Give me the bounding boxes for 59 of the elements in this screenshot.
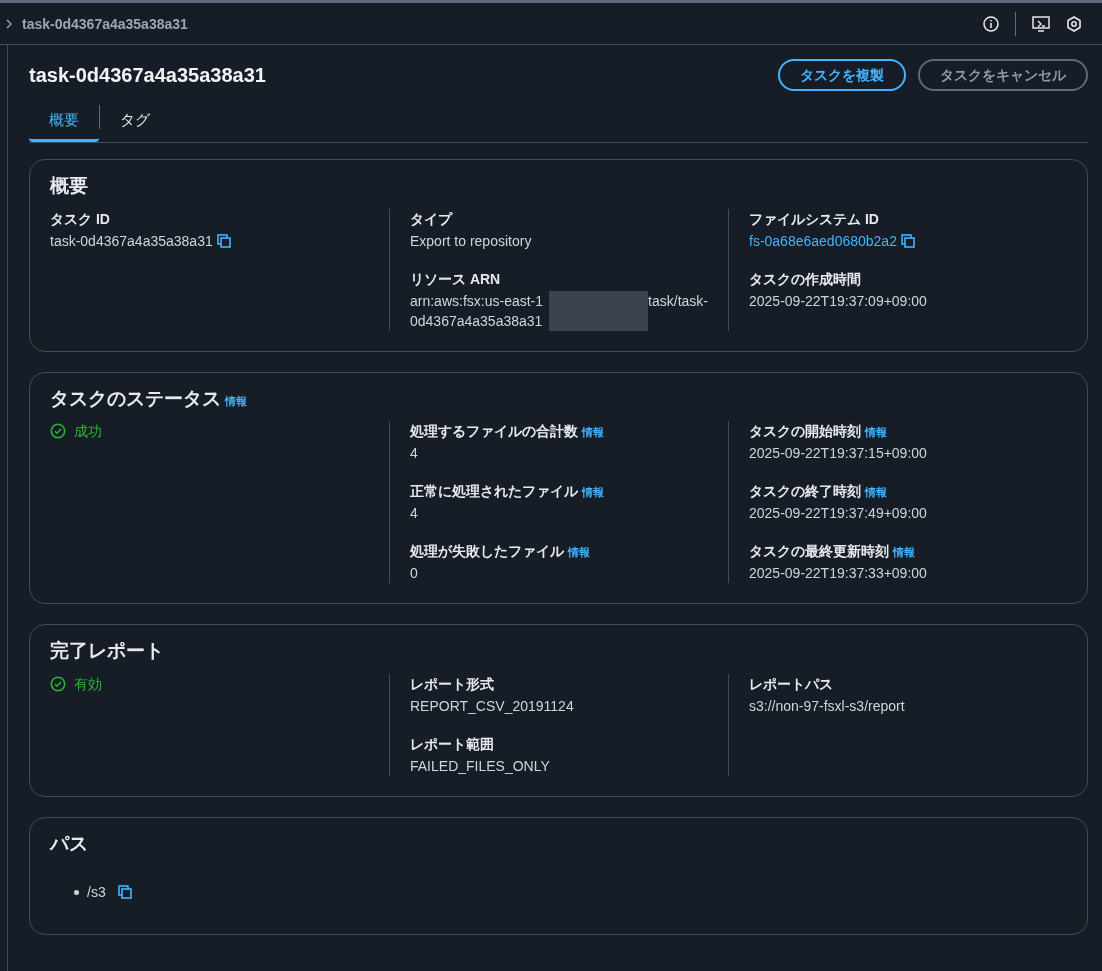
field-value: 2025-09-22T19:37:15+09:00 <box>749 444 927 463</box>
field-label: レポート範囲 <box>410 734 494 754</box>
section-title: 概要 <box>50 174 88 198</box>
field-label: ファイルシステム ID <box>749 209 879 229</box>
field-value: task-0d4367a4a35a38a31 <box>50 231 213 251</box>
monitor-icon[interactable] <box>1032 15 1050 32</box>
duplicate-button[interactable]: タスクを複製 <box>778 59 906 91</box>
field-value: REPORT_CSV_20191124 <box>410 696 574 716</box>
field-label: タイプ <box>410 209 452 229</box>
status-text: 成功 <box>74 422 102 441</box>
field-value: FAILED_FILES_ONLY <box>410 756 550 776</box>
info-icon[interactable] <box>983 15 999 32</box>
field-label: タスク ID <box>50 209 110 229</box>
info-link[interactable]: 情報 <box>893 544 915 561</box>
field-value: 2025-09-22T19:37:49+09:00 <box>749 504 927 523</box>
field-label: 正常に処理されたファイル <box>410 482 578 501</box>
field-value: s3://non-97-fsxl-s3/report <box>749 696 905 716</box>
field-label: リソース ARN <box>410 269 502 289</box>
field-value: arn:aws:fsx:us-east-1 <box>410 291 544 311</box>
field-value: task/task- <box>648 291 708 311</box>
field-label: タスクの作成時間 <box>749 269 861 289</box>
field-label: タスクの最終更新時刻 <box>749 542 889 561</box>
cancel-button[interactable]: タスクをキャンセル <box>918 59 1088 91</box>
hexagon-icon[interactable] <box>1066 15 1082 32</box>
field-label: レポート形式 <box>410 674 494 694</box>
field-value: 0 <box>410 564 418 583</box>
info-link[interactable]: 情報 <box>865 484 887 501</box>
status-text: 有効 <box>74 674 102 694</box>
section-title: パス <box>50 831 88 856</box>
chevron-right-icon[interactable] <box>4 17 14 30</box>
page-title: task-0d4367a4a35a38a31 <box>29 63 266 88</box>
info-link[interactable]: 情報 <box>568 544 590 561</box>
section-title: タスクのステータス <box>50 386 221 411</box>
field-value: 2025-09-22T19:37:09+09:00 <box>749 291 927 311</box>
success-icon <box>50 675 66 692</box>
tab[interactable]: タグ <box>100 104 170 142</box>
info-link[interactable]: 情報 <box>582 484 604 501</box>
bullet-icon <box>74 889 79 895</box>
path-text: /s3 <box>87 883 106 902</box>
field-label: 処理するファイルの合計数 <box>410 422 578 441</box>
success-icon <box>50 423 66 439</box>
section-title: 完了レポート <box>50 639 164 663</box>
info-link[interactable]: 情報 <box>582 424 604 441</box>
copy-icon[interactable] <box>216 233 231 248</box>
field-value: 0d4367a4a35a38a31 <box>410 311 543 331</box>
field-value: 2025-09-22T19:37:33+09:00 <box>749 564 927 583</box>
field-label: 処理が失敗したファイル <box>410 542 564 561</box>
info-link[interactable]: 情報 <box>865 424 887 441</box>
field-label: タスクの終了時刻 <box>749 482 861 501</box>
field-value: Export to repository <box>410 231 532 251</box>
field-link[interactable]: fs-0a68e6aed0680b2a2 <box>749 230 897 251</box>
breadcrumb: task-0d4367a4a35a38a31 <box>22 14 188 34</box>
field-label: レポートパス <box>749 674 833 694</box>
copy-icon[interactable] <box>117 885 132 899</box>
field-value: 4 <box>410 504 418 523</box>
copy-icon[interactable] <box>900 233 915 248</box>
info-link[interactable]: 情報 <box>225 392 247 409</box>
field-value: 4 <box>410 444 418 463</box>
field-label: タスクの開始時刻 <box>749 422 861 441</box>
